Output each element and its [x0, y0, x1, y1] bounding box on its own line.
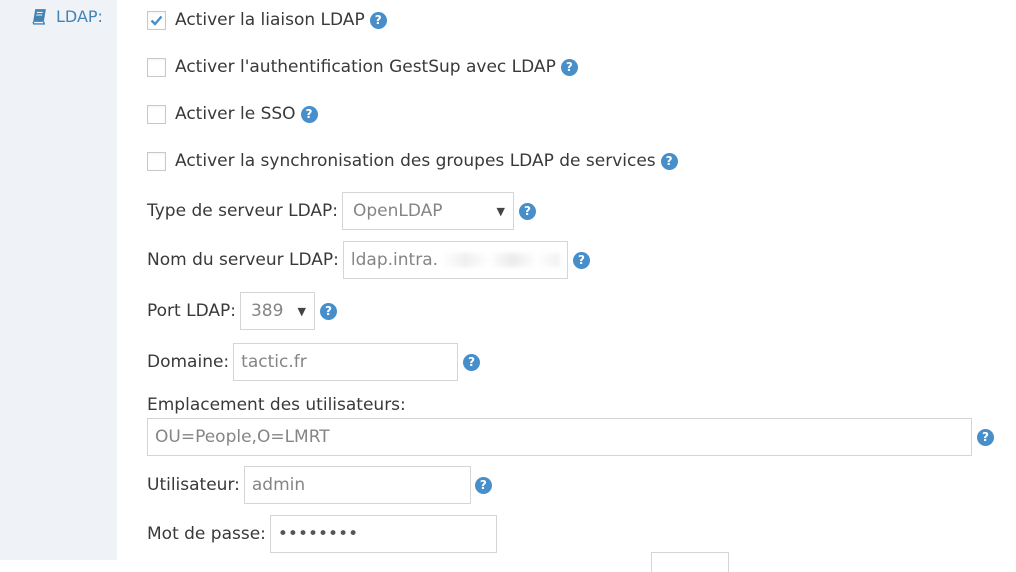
user-input[interactable]: admin: [243, 466, 471, 504]
checkmark-icon: [150, 15, 163, 26]
password-input[interactable]: ••••••••: [269, 515, 497, 553]
question-circle-icon[interactable]: ?: [518, 202, 536, 220]
user-value: admin: [251, 475, 306, 495]
checkbox-row-group-sync: Activer la synchronisation des groupes L…: [147, 151, 678, 171]
domain-label: Domaine:: [147, 352, 230, 372]
server-type-select[interactable]: OpenLDAP ▼: [341, 192, 514, 230]
sidebar: [0, 0, 117, 560]
server-type-label: Type de serveur LDAP:: [147, 201, 338, 221]
server-name-value: ldap.intra.: [350, 250, 439, 270]
question-circle-icon[interactable]: ?: [560, 58, 578, 76]
server-name-row: Nom du serveur LDAP: ldap.intra. ?: [147, 241, 590, 279]
password-value: ••••••••: [277, 524, 359, 544]
question-circle-icon[interactable]: ?: [572, 251, 590, 269]
redacted-text: [442, 253, 560, 267]
password-row: Mot de passe: ••••••••: [147, 515, 497, 553]
checkbox-label: Activer le SSO: [175, 104, 296, 124]
users-location-label: Emplacement des utilisateurs:: [147, 395, 406, 415]
domain-input[interactable]: tactic.fr: [233, 343, 459, 381]
question-circle-icon[interactable]: ?: [474, 476, 492, 494]
checkbox-row-ldap-link: Activer la liaison LDAP ?: [147, 10, 387, 30]
checkbox-label: Activer la synchronisation des groupes L…: [175, 151, 656, 171]
question-circle-icon[interactable]: ?: [369, 11, 387, 29]
checkbox-row-gestsup-auth: Activer l'authentification GestSup avec …: [147, 57, 578, 77]
book-icon: [32, 9, 46, 25]
server-name-input[interactable]: ldap.intra.: [342, 241, 568, 279]
checkbox-row-sso: Activer le SSO ?: [147, 104, 318, 124]
port-value: 389: [250, 301, 284, 321]
user-label: Utilisateur:: [147, 475, 240, 495]
server-type-row: Type de serveur LDAP: OpenLDAP ▼ ?: [147, 192, 536, 230]
domain-row: Domaine: tactic.fr ?: [147, 343, 481, 381]
partial-input[interactable]: [651, 552, 729, 572]
port-select[interactable]: 389 ▼: [239, 292, 315, 330]
users-location-row: OU=People,O=LMRT ?: [147, 418, 994, 456]
domain-value: tactic.fr: [241, 352, 307, 372]
question-circle-icon[interactable]: ?: [300, 105, 318, 123]
chevron-down-icon: ▼: [496, 204, 505, 218]
checkbox-label: Activer l'authentification GestSup avec …: [175, 57, 556, 77]
server-name-label: Nom du serveur LDAP:: [147, 250, 339, 270]
users-location-value: OU=People,O=LMRT: [155, 427, 330, 447]
user-row: Utilisateur: admin ?: [147, 466, 492, 504]
checkbox-gestsup-auth[interactable]: [147, 57, 166, 77]
question-circle-icon[interactable]: ?: [977, 428, 994, 446]
users-location-input[interactable]: OU=People,O=LMRT: [147, 418, 972, 456]
question-circle-icon[interactable]: ?: [319, 302, 337, 320]
question-circle-icon[interactable]: ?: [463, 353, 481, 371]
port-label: Port LDAP:: [147, 301, 236, 321]
chevron-down-icon: ▼: [297, 304, 306, 318]
checkbox-label: Activer la liaison LDAP: [175, 10, 365, 30]
password-label: Mot de passe:: [147, 524, 266, 544]
port-row: Port LDAP: 389 ▼ ?: [147, 292, 337, 330]
question-circle-icon[interactable]: ?: [660, 152, 678, 170]
section-label-text: LDAP:: [56, 7, 103, 26]
checkbox-group-sync[interactable]: [147, 151, 166, 171]
section-label-ldap: LDAP:: [31, 7, 103, 26]
checkbox-ldap-link[interactable]: [147, 10, 166, 30]
server-type-value: OpenLDAP: [352, 201, 443, 221]
checkbox-sso[interactable]: [147, 104, 166, 124]
